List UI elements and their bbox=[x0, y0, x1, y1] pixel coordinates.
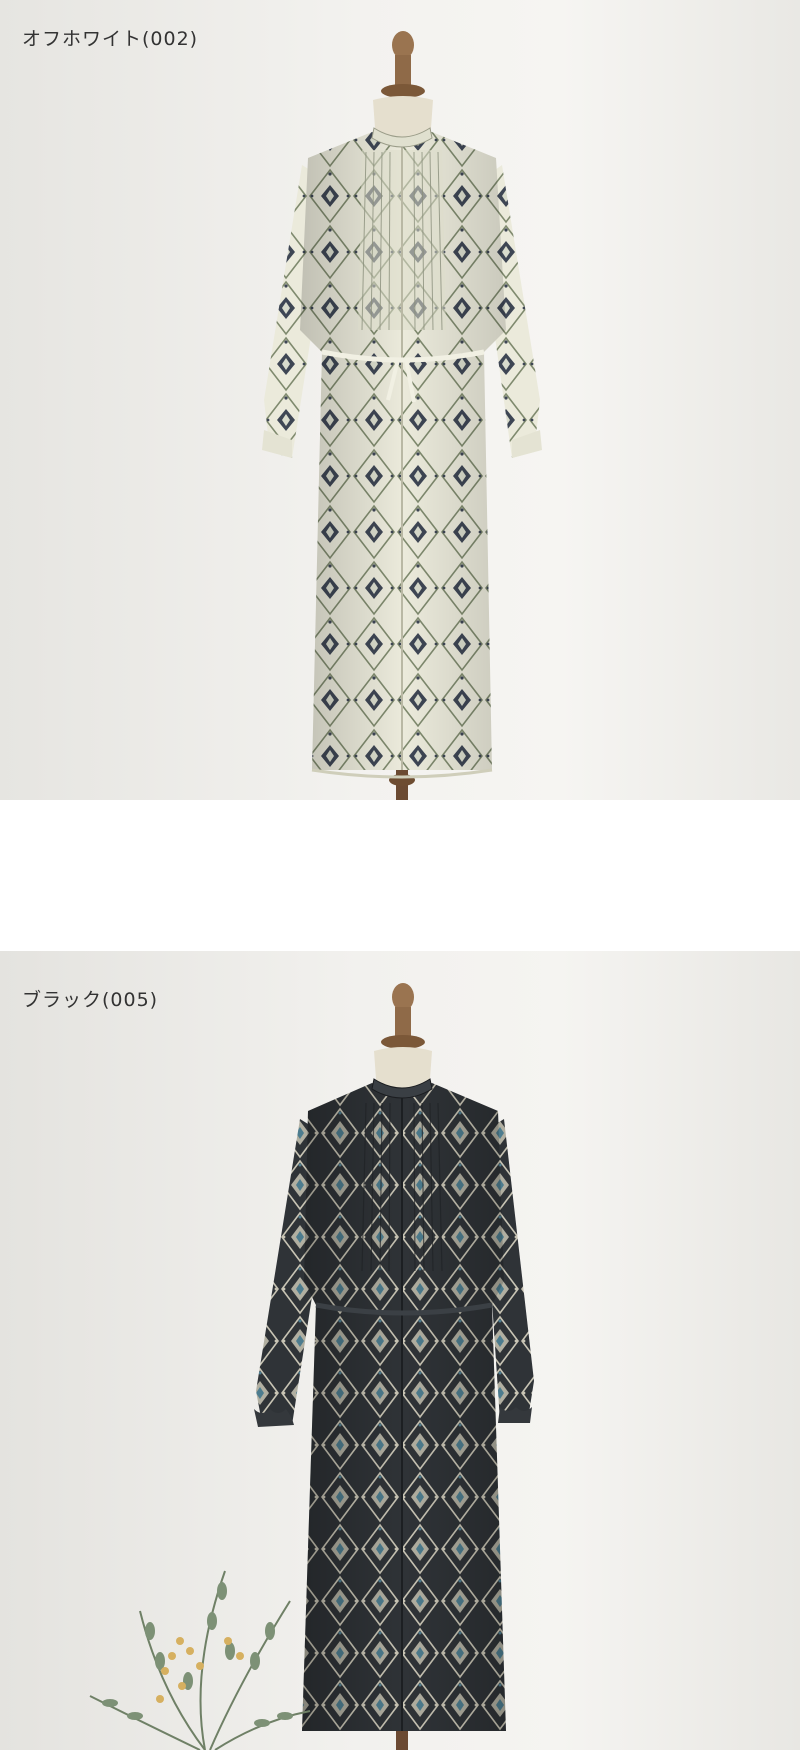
plant-decoration bbox=[89, 1570, 311, 1750]
product-photo-offwhite: オフホワイト(002) bbox=[0, 0, 800, 800]
color-label-black: ブラック(005) bbox=[22, 989, 159, 1011]
black-dress-photo bbox=[89, 983, 534, 1750]
product-photo-black: ブラック(005) bbox=[0, 951, 800, 1750]
color-label-offwhite: オフホワイト(002) bbox=[22, 28, 199, 50]
offwhite-dress-photo bbox=[262, 31, 542, 800]
